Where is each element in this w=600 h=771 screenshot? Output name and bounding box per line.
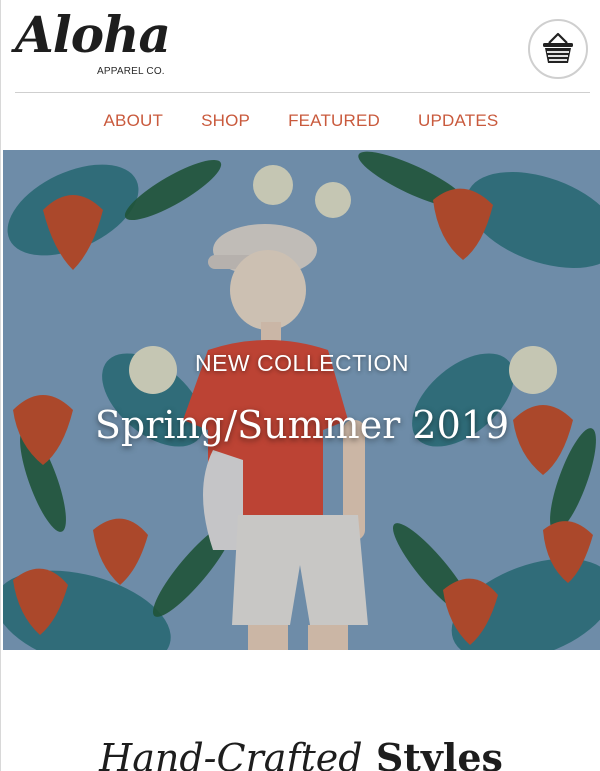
- brand-logo[interactable]: Aloha APPAREL CO.: [15, 10, 175, 80]
- nav-item-featured[interactable]: FEATURED: [288, 111, 380, 131]
- section-heading: Hand-Crafted Styles: [1, 735, 600, 771]
- nav-item-updates[interactable]: UPDATES: [418, 111, 498, 131]
- hero-banner[interactable]: NEW COLLECTION Spring/Summer 2019: [3, 150, 600, 650]
- hero-kicker: NEW COLLECTION: [194, 350, 410, 376]
- header-divider: [15, 92, 590, 93]
- hero-overlay: [3, 150, 600, 650]
- logo-subtitle: APPAREL CO.: [97, 66, 165, 77]
- cart-button[interactable]: [528, 19, 588, 79]
- main-nav: ABOUT SHOP FEATURED UPDATES: [1, 100, 600, 142]
- site-header: Aloha APPAREL CO.: [1, 0, 600, 93]
- section-heading-italic: Hand-Crafted: [99, 736, 363, 771]
- hero-title: Spring/Summer 2019: [94, 403, 510, 447]
- logo-wordmark: Aloha: [15, 5, 171, 64]
- section-heading-bold: Styles: [375, 735, 503, 771]
- nav-item-about[interactable]: ABOUT: [104, 111, 164, 131]
- nav-item-shop[interactable]: SHOP: [201, 111, 250, 131]
- shopping-basket-icon: [543, 32, 573, 63]
